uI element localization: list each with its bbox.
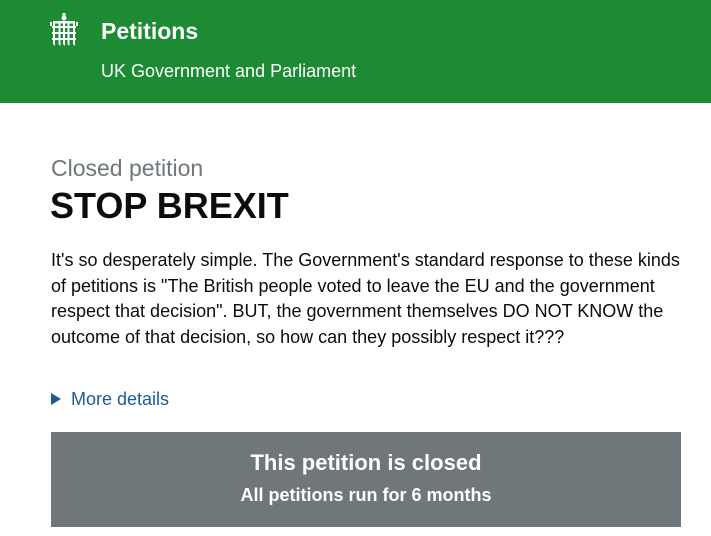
more-details-toggle[interactable]: More details <box>51 388 169 410</box>
site-header: Petitions UK Government and Parliament <box>0 0 711 103</box>
petition-body: It's so desperately simple. The Governme… <box>51 250 680 347</box>
more-details-label: More details <box>71 389 170 409</box>
closed-banner-heading: This petition is closed <box>250 450 482 475</box>
site-title-link[interactable]: Petitions <box>101 17 198 45</box>
petition-status-label: Closed petition <box>51 155 204 181</box>
site-subtitle: UK Government and Parliament <box>101 61 357 81</box>
petition-title: STOP BREXIT <box>50 185 289 226</box>
triangle-right-icon <box>51 393 61 405</box>
petition-closed-banner: This petition is closed All petitions ru… <box>51 432 681 527</box>
closed-banner-subtext: All petitions run for 6 months <box>240 485 492 505</box>
portcullis-icon[interactable] <box>50 13 78 46</box>
